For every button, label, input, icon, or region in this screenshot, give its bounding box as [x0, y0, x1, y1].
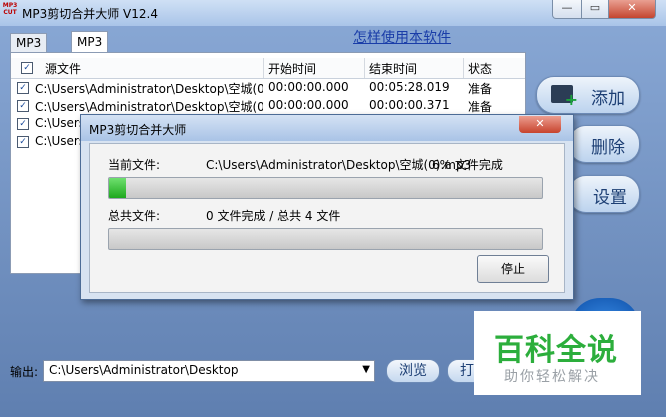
row-end: 00:00:00.371 [369, 98, 450, 112]
dropdown-arrow-icon[interactable]: ▼ [362, 364, 370, 375]
title-bar: MP3 CUT MP3剪切合并大师 V12.4 — ▭ ✕ [0, 0, 666, 26]
current-file-label: 当前文件: [108, 158, 161, 172]
current-progress-fill [109, 178, 127, 198]
column-start[interactable]: 开始时间 [268, 60, 316, 77]
tab-mp3-merge[interactable]: MP3合并 [71, 31, 109, 69]
row-status: 准备 [468, 82, 493, 96]
watermark-title: 百科全说 [494, 333, 618, 368]
row-status: 准备 [468, 100, 493, 114]
delete-button[interactable]: 删除 [568, 125, 640, 163]
delete-label: 删除 [591, 138, 625, 158]
add-button[interactable]: 添加 [536, 76, 640, 114]
row-file: C:\Users [35, 134, 85, 148]
app-logo-icon: MP3 CUT [2, 2, 18, 16]
dialog-close-button[interactable]: ✕ [519, 116, 561, 133]
progress-dialog: MP3剪切合并大师 ✕ 当前文件: C:\Users\Administrator… [80, 114, 574, 300]
maximize-button[interactable]: ▭ [581, 0, 609, 19]
main-window: MP3 CUT MP3剪切合并大师 V12.4 — ▭ ✕ MP3剪切 MP3合… [0, 0, 666, 417]
watermark-subtitle: 助你轻松解决 [504, 369, 600, 385]
output-label: 输出: [10, 365, 39, 379]
column-separator [463, 58, 464, 78]
row-checkbox[interactable]: ✓ [17, 100, 29, 112]
row-file: C:\Users\Administrator\Desktop\空城(0... [35, 100, 263, 114]
row-end: 00:05:28.019 [369, 80, 450, 94]
settings-button[interactable]: 设置 [568, 175, 640, 213]
table-header: ✓ 源文件 开始时间 结束时间 状态 [11, 58, 525, 79]
row-checkbox[interactable]: ✓ [17, 82, 29, 94]
total-progress-bar [108, 228, 543, 250]
window-title: MP3剪切合并大师 V12.4 [22, 7, 158, 21]
column-separator [263, 58, 264, 78]
row-start: 00:00:00.000 [268, 80, 349, 94]
minimize-button[interactable]: — [552, 0, 582, 19]
column-source[interactable]: 源文件 [45, 60, 81, 77]
current-progress-text: 6% 文件完成 [432, 158, 503, 172]
column-separator [364, 58, 365, 78]
select-all-checkbox[interactable]: ✓ [21, 62, 33, 74]
dialog-title-bar: MP3剪切合并大师 ✕ [81, 115, 573, 141]
column-end[interactable]: 结束时间 [369, 60, 417, 77]
output-path-select[interactable]: C:\Users\Administrator\Desktop ▼ [43, 360, 375, 382]
row-file: C:\Users\Administrator\Desktop\空城(0... [35, 82, 263, 96]
output-path-value: C:\Users\Administrator\Desktop [49, 363, 239, 377]
row-checkbox[interactable]: ✓ [17, 118, 29, 130]
total-files-label: 总共文件: [108, 209, 161, 223]
table-row[interactable]: ✓ C:\Users\Administrator\Desktop\空城(0...… [11, 97, 525, 115]
total-progress-text: 0 文件完成 / 总共 4 文件 [206, 209, 341, 223]
browse-button[interactable]: 浏览 [386, 359, 440, 383]
stop-button[interactable]: 停止 [477, 255, 549, 283]
row-checkbox[interactable]: ✓ [17, 136, 29, 148]
current-progress-bar [108, 177, 543, 199]
settings-label: 设置 [593, 188, 627, 208]
column-status[interactable]: 状态 [468, 60, 492, 77]
add-label: 添加 [591, 89, 625, 109]
watermark: 百科全说 助你轻松解决 [474, 311, 641, 395]
row-file: C:\Users [35, 116, 85, 130]
row-start: 00:00:00.000 [268, 98, 349, 112]
dialog-title: MP3剪切合并大师 [89, 123, 187, 137]
add-file-icon [551, 85, 578, 109]
dialog-body: 当前文件: C:\Users\Administrator\Desktop\空城(… [89, 143, 565, 293]
close-button[interactable]: ✕ [608, 0, 656, 19]
tab-mp3-cut[interactable]: MP3剪切 [10, 33, 48, 68]
help-link[interactable]: 怎样使用本软件 [353, 27, 451, 47]
table-row[interactable]: ✓ C:\Users\Administrator\Desktop\空城(0...… [11, 79, 525, 97]
